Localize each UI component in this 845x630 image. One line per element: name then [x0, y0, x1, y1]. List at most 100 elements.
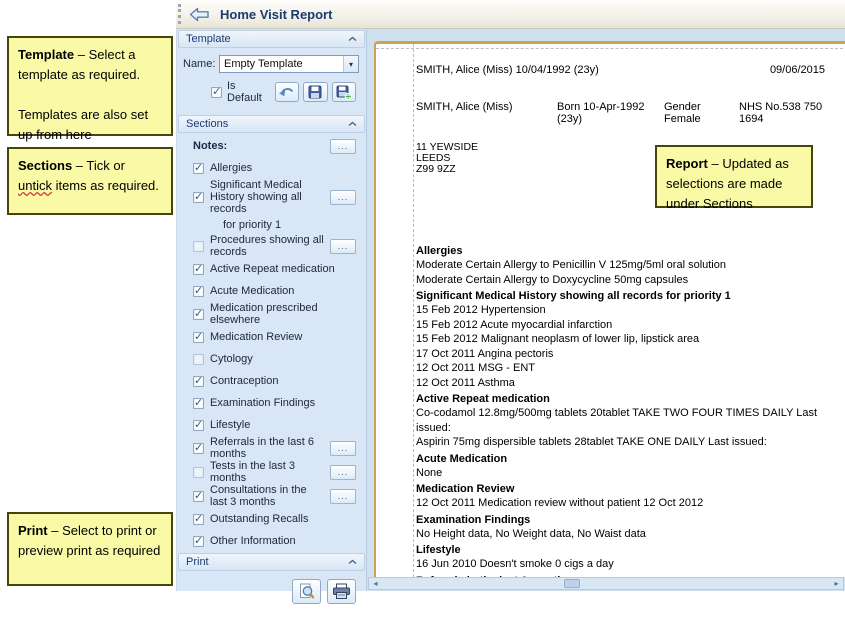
- report-line: Moderate Certain Allergy to Doxycycline …: [416, 273, 845, 288]
- report-area: SMITH, Alice (Miss) 10/04/1992 (23y) 09/…: [367, 29, 845, 591]
- scroll-left-arrow-icon[interactable]: ◂: [369, 578, 382, 589]
- report-body: AllergiesModerate Certain Allergy to Pen…: [416, 245, 845, 577]
- save-template-as-button[interactable]: [332, 82, 356, 102]
- section-checkbox[interactable]: [193, 332, 204, 343]
- section-item-label: Outstanding Recalls: [210, 513, 356, 525]
- callout-report: Report – Updated as selections are made …: [655, 145, 813, 208]
- section-item-row: Tests in the last 3 months...: [177, 460, 366, 484]
- is-default-label: Is Default: [227, 80, 271, 104]
- callout-print-title: Print: [18, 523, 48, 538]
- more-button[interactable]: ...: [330, 489, 356, 504]
- report-section-heading: Acute Medication: [416, 453, 845, 466]
- collapse-chevron-icon: [348, 36, 357, 42]
- print-button[interactable]: [327, 579, 356, 604]
- report-line: 12 Oct 2011 Asthma: [416, 376, 845, 391]
- section-checkbox[interactable]: [193, 467, 204, 478]
- scrollbar-thumb[interactable]: [564, 579, 580, 588]
- section-checkbox[interactable]: [193, 514, 204, 525]
- section-item-row: Medication prescribed elsewhere: [177, 302, 366, 326]
- section-checkbox[interactable]: [193, 309, 204, 320]
- callout-print: Print – Select to print or preview print…: [7, 512, 173, 586]
- section-item-label: Procedures showing all records: [210, 234, 326, 258]
- save-as-icon: [336, 85, 352, 100]
- section-item-label: Active Repeat medication: [210, 263, 356, 275]
- section-item-row: Procedures showing all records...: [177, 234, 366, 258]
- more-button[interactable]: ...: [330, 465, 356, 480]
- report-section-heading: Significant Medical History showing all …: [416, 290, 845, 303]
- page-title: Home Visit Report: [220, 7, 332, 22]
- section-checkbox[interactable]: [193, 398, 204, 409]
- print-group-header-label: Print: [186, 556, 209, 568]
- section-checkbox[interactable]: [193, 354, 204, 365]
- name-label: Name:: [183, 58, 219, 70]
- section-checkbox[interactable]: [193, 376, 204, 387]
- callout-sections-title: Sections: [18, 158, 72, 173]
- scroll-right-arrow-icon[interactable]: ▸: [830, 578, 843, 589]
- section-item-row: Medication Review: [177, 326, 366, 348]
- callout-template: Template – Select a template as required…: [7, 36, 173, 136]
- section-checkbox[interactable]: [193, 264, 204, 275]
- notes-more-button[interactable]: ...: [330, 139, 356, 154]
- section-checkbox[interactable]: [193, 241, 204, 252]
- report-line: 12 Oct 2011 Medication review without pa…: [416, 496, 845, 511]
- section-item-label: Contraception: [210, 375, 356, 387]
- callout-sections-text: Sections – Tick or untick items as requi…: [18, 156, 162, 196]
- section-item-row: Acute Medication: [177, 280, 366, 302]
- section-checkbox[interactable]: [193, 536, 204, 547]
- undo-arrow-icon: [279, 86, 295, 98]
- section-checkbox[interactable]: [193, 420, 204, 431]
- back-button[interactable]: [189, 7, 210, 22]
- sections-group-header[interactable]: Sections: [178, 115, 365, 133]
- revert-template-button[interactable]: [275, 82, 299, 102]
- more-button[interactable]: ...: [330, 239, 356, 254]
- callout-print-text: Print – Select to print or preview print…: [18, 521, 162, 561]
- section-checkbox[interactable]: [193, 491, 204, 502]
- section-item-subtext: for priority 1: [177, 215, 366, 234]
- callout-sections-rest-b: items as required.: [52, 178, 159, 193]
- section-item-row: Allergies: [177, 157, 366, 179]
- print-preview-button[interactable]: [292, 579, 321, 604]
- template-group-header[interactable]: Template: [178, 30, 365, 48]
- section-item-row: Outstanding Recalls: [177, 508, 366, 530]
- report-line: None: [416, 466, 845, 481]
- print-group-header[interactable]: Print: [178, 553, 365, 571]
- print-group: Print: [177, 552, 366, 630]
- section-checkbox[interactable]: [193, 192, 204, 203]
- horizontal-scrollbar[interactable]: ◂ ▸: [368, 577, 844, 590]
- banner-born: Born 10-Apr-1992 (23y): [557, 101, 664, 125]
- section-item-label: Referrals in the last 6 months: [210, 436, 326, 460]
- section-item-label: Significant Medical History showing all …: [210, 179, 326, 215]
- report-line: 15 Feb 2012 Acute myocardial infarction: [416, 318, 845, 333]
- sections-group: Sections Notes: ... AllergiesSignificant…: [177, 114, 366, 552]
- section-checkbox[interactable]: [193, 286, 204, 297]
- save-template-button[interactable]: [303, 82, 327, 102]
- report-page: SMITH, Alice (Miss) 10/04/1992 (23y) 09/…: [374, 41, 845, 577]
- is-default-checkbox[interactable]: [211, 87, 222, 98]
- is-default-row: Is Default: [211, 80, 356, 104]
- tool-panel: Template Name: Empty Template ▾ Is Defau…: [176, 29, 367, 591]
- callout-sections-squiggle-word: untick: [18, 178, 52, 193]
- more-button[interactable]: ...: [330, 190, 356, 205]
- section-item-label: Medication Review: [210, 331, 356, 343]
- report-line: 15 Feb 2012 Hypertension: [416, 303, 845, 318]
- banner-name: SMITH, Alice (Miss): [416, 101, 557, 125]
- section-item-row: Cytology: [177, 348, 366, 370]
- report-line: 16 Jun 2010 Doesn't smoke 0 cigs a day: [416, 557, 845, 572]
- page-margin-guide-vertical: [413, 44, 414, 577]
- title-bar: Home Visit Report: [176, 0, 845, 29]
- combo-dropdown-icon[interactable]: ▾: [343, 56, 358, 72]
- template-combobox[interactable]: Empty Template ▾: [219, 55, 359, 73]
- section-item-row: Referrals in the last 6 months...: [177, 436, 366, 460]
- back-arrow-icon: [189, 7, 210, 22]
- report-section-heading: Allergies: [416, 245, 845, 258]
- callout-sections: Sections – Tick or untick items as requi…: [7, 147, 173, 215]
- section-checkbox[interactable]: [193, 443, 204, 454]
- patient-banner: SMITH, Alice (Miss) Born 10-Apr-1992 (23…: [416, 101, 842, 125]
- notes-label: Notes:: [193, 140, 227, 152]
- section-checkbox[interactable]: [193, 163, 204, 174]
- drag-grip[interactable]: [178, 4, 181, 24]
- section-item-label: Acute Medication: [210, 285, 356, 297]
- sections-group-header-label: Sections: [186, 118, 228, 130]
- more-button[interactable]: ...: [330, 441, 356, 456]
- banner-gender: Gender Female: [664, 101, 739, 125]
